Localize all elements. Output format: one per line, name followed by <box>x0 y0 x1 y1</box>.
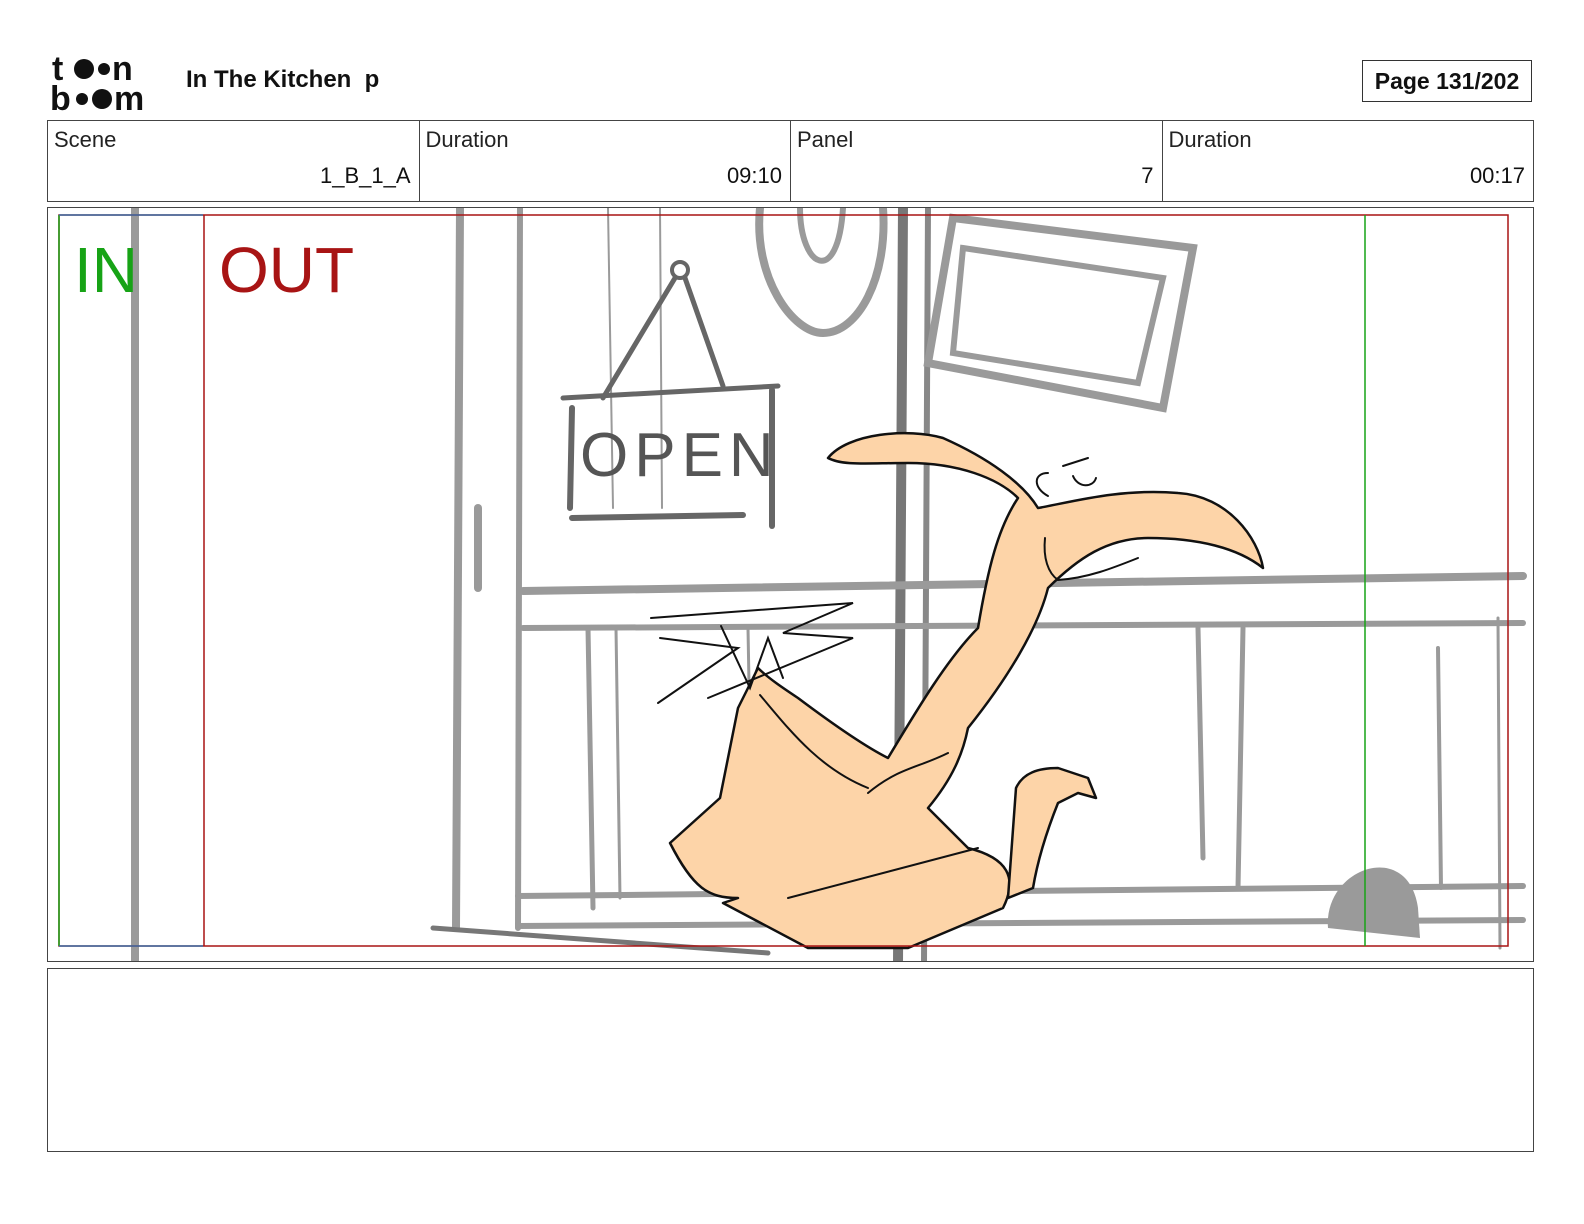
storyboard-panel[interactable]: OPEN IN OUT <box>47 207 1534 962</box>
scene-value: 1_B_1_A <box>319 163 411 188</box>
panel-duration-value: 00:17 <box>1469 163 1525 188</box>
panel-value: 7 <box>1141 163 1154 188</box>
panel-duration-cell: Duration 00:17 <box>1163 121 1534 201</box>
panel-notes-area[interactable] <box>47 968 1534 1152</box>
svg-text:b: b <box>50 80 71 114</box>
panel-label: Panel <box>797 127 854 152</box>
document-title: In The Kitchen p <box>186 66 380 93</box>
scene-duration-value: 09:10 <box>726 163 782 188</box>
scene-label: Scene <box>54 127 117 152</box>
toon-boom-logo: t n b m <box>50 50 144 114</box>
scene-duration-cell: Duration 09:10 <box>420 121 791 201</box>
svg-text:m: m <box>114 80 144 114</box>
page-indicator: Page 131/202 <box>1362 60 1532 102</box>
scene-duration-label: Duration <box>425 127 509 152</box>
scene-cell: Scene 1_B_1_A <box>48 121 420 201</box>
panel-duration-label: Duration <box>1168 127 1252 152</box>
scene-info-strip: Scene 1_B_1_A Duration 09:10 Panel 7 Dur… <box>47 120 1534 202</box>
in-marker: IN <box>74 234 138 306</box>
guide-frames <box>58 214 1509 947</box>
out-marker: OUT <box>219 234 355 306</box>
panel-cell: Panel 7 <box>791 121 1163 201</box>
